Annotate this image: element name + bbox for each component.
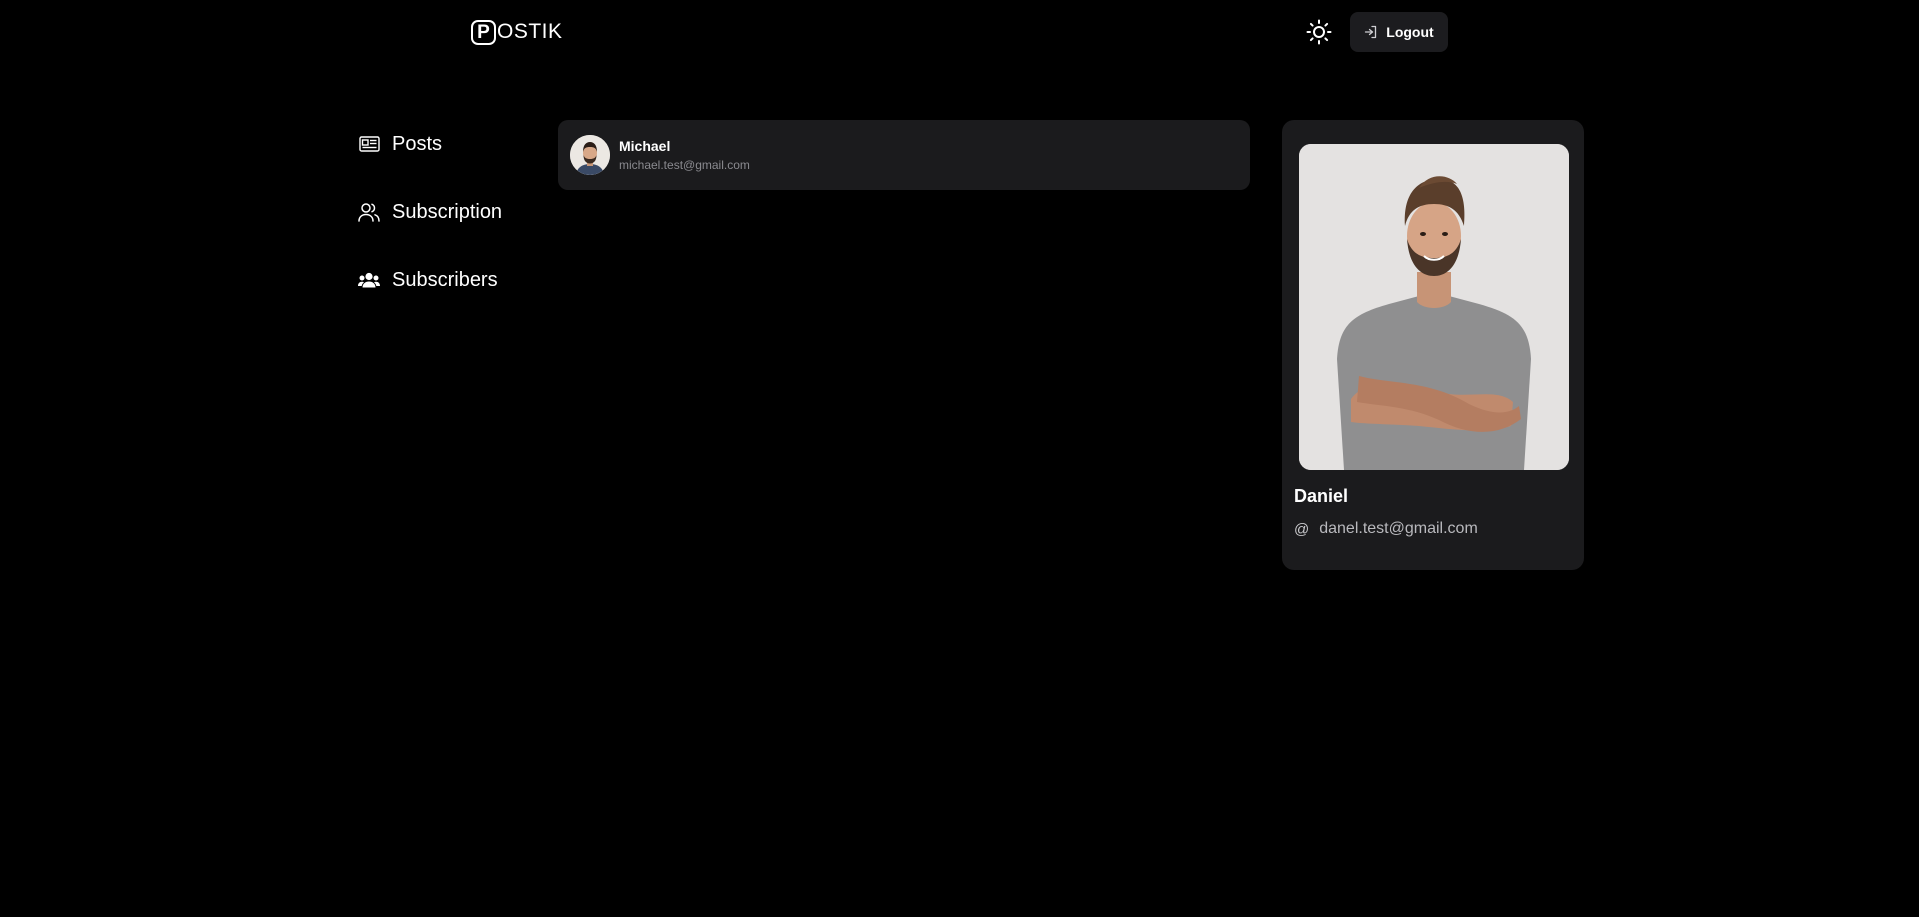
sun-icon xyxy=(1306,19,1332,45)
logo-letter: P xyxy=(477,21,490,43)
users-outline-icon xyxy=(358,201,380,223)
profile-email-row: @ danel.test@gmail.com xyxy=(1294,520,1478,538)
sidebar-nav: Posts Subscription Subscribers xyxy=(358,124,538,328)
sidebar-item-subscription[interactable]: Subscription xyxy=(358,192,538,232)
profile-name: Daniel xyxy=(1294,486,1349,506)
profile-photo xyxy=(1299,144,1569,470)
user-info: Michael michael.test@gmail.com xyxy=(619,138,750,172)
logout-label: Logout xyxy=(1386,24,1434,40)
avatar xyxy=(570,135,610,175)
logo-text: OSTIK xyxy=(497,20,563,43)
theme-toggle-button[interactable] xyxy=(1305,18,1333,46)
logout-icon xyxy=(1365,25,1377,39)
newspaper-icon xyxy=(358,133,380,155)
sidebar-item-label: Posts xyxy=(392,132,443,155)
logo-mark: P xyxy=(471,19,496,45)
logo[interactable]: P OSTIK xyxy=(471,19,563,45)
list-item[interactable]: Michael michael.test@gmail.com xyxy=(558,120,1250,190)
sidebar-item-label: Subscription xyxy=(392,200,503,223)
profile-email: danel.test@gmail.com xyxy=(1319,520,1478,537)
sidebar-item-label: Subscribers xyxy=(392,268,498,291)
users-solid-icon xyxy=(358,269,380,291)
app-page: P OSTIK Logout Posts Subscription Subscr… xyxy=(0,0,1919,917)
user-name: Michael xyxy=(619,138,671,154)
profile-card: Daniel @ danel.test@gmail.com xyxy=(1282,120,1584,570)
logout-button[interactable]: Logout xyxy=(1350,12,1448,52)
sidebar-item-posts[interactable]: Posts xyxy=(358,124,538,164)
user-email: michael.test@gmail.com xyxy=(619,158,750,172)
sidebar-item-subscribers[interactable]: Subscribers xyxy=(358,260,538,300)
at-icon: @ xyxy=(1294,520,1310,538)
